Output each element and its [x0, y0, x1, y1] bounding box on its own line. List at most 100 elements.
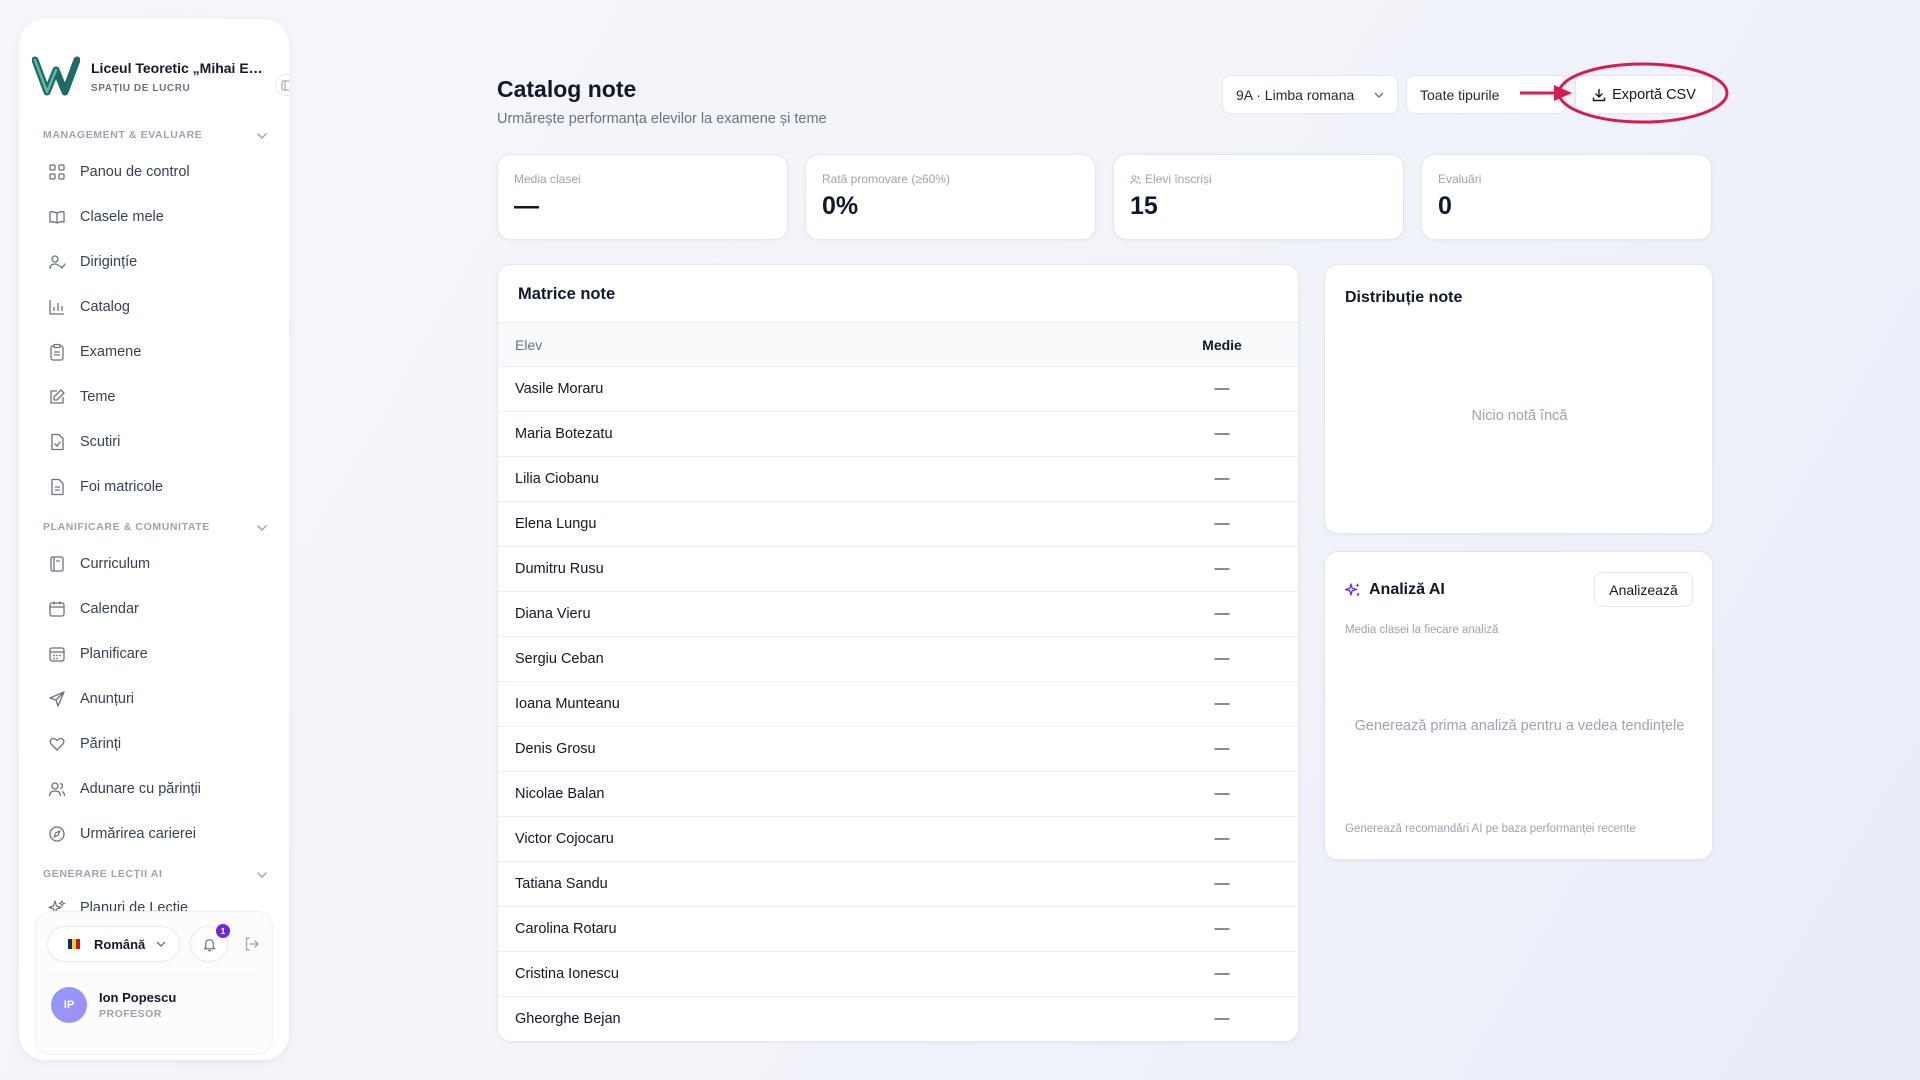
table-body: Vasile Moraru — Maria Botezatu — Lilia Cio… [498, 367, 1298, 1041]
student-average: — [1214, 515, 1230, 532]
section-label: GENERARE LECȚII AI [43, 868, 163, 880]
sidebar-item-parent-meeting[interactable]: Adunare cu părinții [48, 771, 270, 807]
student-name: Tatiana Sandu [515, 876, 608, 892]
sidebar-item-planning[interactable]: Planificare [48, 636, 270, 672]
stat-card-pass-rate: Rată promovare (≥60%) 0% [805, 154, 1096, 240]
student-name: Nicolae Balan [515, 786, 605, 802]
ai-analysis-title: Analiză AI [1369, 581, 1445, 598]
table-row[interactable]: Sergiu Ceban — [498, 637, 1298, 682]
sidebar-item-label: Adunare cu părinții [80, 781, 201, 797]
student-average: — [1214, 965, 1230, 982]
student-average: — [1214, 830, 1230, 847]
analyze-button[interactable]: Analizează [1594, 572, 1693, 607]
assessment-type-select[interactable]: Toate tipurile [1406, 75, 1566, 114]
section-label: MANAGEMENT & EVALUARE [43, 129, 203, 141]
download-icon [1592, 88, 1606, 101]
student-name: Sergiu Ceban [515, 651, 604, 667]
sidebar-item-dashboard[interactable]: Panou de control [48, 154, 270, 190]
romania-flag-icon [68, 939, 80, 949]
stat-value: 0 [1438, 192, 1452, 220]
export-csv-label: Exportă CSV [1612, 86, 1696, 103]
table-row[interactable]: Gheorghe Bejan — [498, 997, 1298, 1041]
stat-value: 0% [822, 192, 859, 220]
edit-icon [50, 389, 65, 404]
sidebar-item-career[interactable]: Urmărirea carierei [48, 816, 270, 852]
export-csv-button[interactable]: Exportă CSV [1575, 75, 1713, 114]
sidebar-item-label: Panou de control [80, 164, 190, 180]
stat-card-class-average: Media clasei — [497, 154, 788, 240]
sidebar-item-calendar[interactable]: Calendar [48, 591, 270, 627]
language-select[interactable]: Română [47, 926, 180, 962]
student-name: Vasile Moraru [515, 381, 604, 397]
file-text-icon [51, 478, 64, 496]
sidebar-item-exemptions[interactable]: Scutiri [48, 424, 270, 460]
student-average: — [1214, 785, 1230, 802]
clipboard-icon [50, 343, 64, 361]
divider [47, 974, 261, 975]
sidebar-item-catalog[interactable]: Catalog [48, 289, 270, 325]
sidebar-item-transcripts[interactable]: Foi matricole [48, 469, 270, 505]
sidebar-item-classes[interactable]: Clasele mele [48, 199, 270, 235]
sidebar-item-label: Urmărirea carierei [80, 826, 197, 842]
table-header: Elev Medie [498, 322, 1298, 367]
table-row[interactable]: Victor Cojocaru — [498, 817, 1298, 862]
class-subject-select[interactable]: 9A · Limba romana [1222, 75, 1398, 114]
section-management[interactable]: MANAGEMENT & EVALUARE [43, 129, 269, 149]
stat-label: Evaluări [1438, 172, 1482, 186]
table-row[interactable]: Nicolae Balan — [498, 772, 1298, 817]
table-row[interactable]: Lilia Ciobanu — [498, 457, 1298, 502]
user-role: PROFESOR [99, 1008, 162, 1020]
chevron-down-icon [257, 872, 267, 878]
book-icon [49, 211, 65, 224]
sidebar-item-homework[interactable]: Teme [48, 379, 270, 415]
table-row[interactable]: Tatiana Sandu — [498, 862, 1298, 907]
sidebar-item-exams[interactable]: Examene [48, 334, 270, 370]
send-icon [49, 691, 65, 707]
sidebar-item-announcements[interactable]: Anunțuri [48, 681, 270, 717]
stat-value: 15 [1130, 192, 1158, 220]
table-row[interactable]: Cristina Ionescu — [498, 952, 1298, 997]
workspace-brand[interactable]: Liceul Teoretic „Mihai Eminescu” SPAȚIU … [32, 39, 282, 97]
logout-icon[interactable] [244, 936, 260, 952]
student-average: — [1214, 740, 1230, 757]
column-header-student[interactable]: Elev [515, 337, 542, 353]
table-row[interactable]: Dumitru Rusu — [498, 547, 1298, 592]
sidebar-item-label: Examene [80, 344, 142, 360]
sidebar-item-curriculum[interactable]: Curriculum [48, 546, 270, 582]
table-row[interactable]: Vasile Moraru — [498, 367, 1298, 412]
student-name: Carolina Rotaru [515, 921, 617, 937]
page-subtitle: Urmărește performanța elevilor la examen… [497, 111, 827, 127]
student-name: Victor Cojocaru [515, 831, 614, 847]
table-row[interactable]: Denis Grosu — [498, 727, 1298, 772]
student-average: — [1214, 875, 1230, 892]
sidebar-item-homeroom[interactable]: Dirigințíe [48, 244, 270, 280]
compass-icon [49, 826, 65, 842]
student-average: — [1214, 380, 1230, 397]
student-name: Diana Vieru [515, 606, 591, 622]
table-row[interactable]: Maria Botezatu — [498, 412, 1298, 457]
stat-label: Elevi înscriși [1145, 172, 1212, 186]
notifications-button[interactable]: 1 [190, 924, 230, 962]
table-row[interactable]: Ioana Munteanu — [498, 682, 1298, 727]
sidebar-item-label: Părinți [80, 736, 122, 752]
table-row[interactable]: Diana Vieru — [498, 592, 1298, 637]
grade-distribution-card: Distribuție note Nicio notă încă [1324, 264, 1713, 534]
notebook-icon [50, 556, 64, 572]
sidebar-item-label: Clasele mele [80, 209, 164, 225]
panel-collapse-icon [280, 79, 289, 91]
grade-distribution-title: Distribuție note [1345, 289, 1463, 306]
sidebar-item-parents[interactable]: Părinți [48, 726, 270, 762]
section-ai-lessons[interactable]: GENERARE LECȚII AI [43, 868, 269, 888]
stat-card-enrolled: Elevi înscriși 15 [1113, 154, 1404, 240]
empty-state-text: Nicio notă încă [1471, 408, 1568, 424]
ai-analysis-header: Analiză AI [1345, 581, 1445, 599]
section-planning[interactable]: PLANIFICARE & COMUNITATE [43, 521, 269, 541]
ai-analysis-card: Analiză AI Analizează Media clasei la fi… [1324, 551, 1713, 860]
avatar[interactable]: IP [51, 987, 87, 1023]
student-average: — [1214, 470, 1230, 487]
column-header-average[interactable]: Medie [1172, 337, 1272, 353]
table-row[interactable]: Elena Lungu — [498, 502, 1298, 547]
table-row[interactable]: Carolina Rotaru — [498, 907, 1298, 952]
bar-chart-icon [49, 300, 64, 315]
sidebar-item-label: Dirigințíe [80, 254, 138, 270]
